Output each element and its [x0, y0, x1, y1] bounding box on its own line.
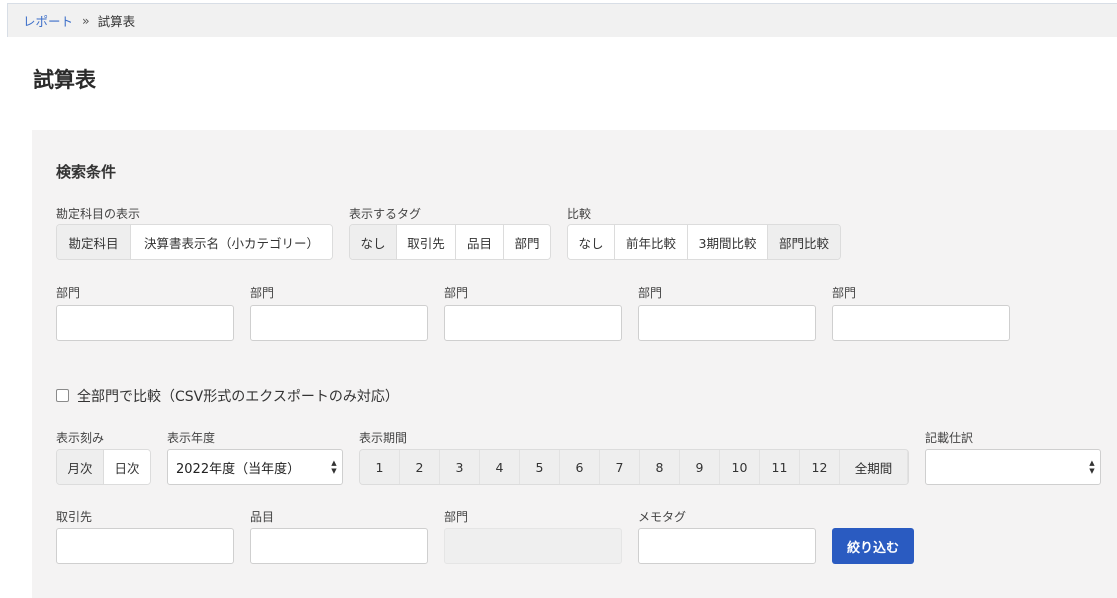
journal-label: 記載仕訳: [925, 431, 974, 445]
compare-toggle: なし 前年比較 3期間比較 部門比較: [567, 224, 841, 260]
breadcrumb-reports-link[interactable]: レポート: [23, 11, 73, 30]
period-month-4[interactable]: 4: [480, 450, 520, 484]
department-1-input[interactable]: [56, 305, 234, 341]
granularity-option-monthly[interactable]: 月次: [57, 450, 104, 484]
account-display-toggle: 勘定科目 決算書表示名（小カテゴリー）: [56, 224, 333, 260]
period-month-10[interactable]: 10: [720, 450, 760, 484]
period-month-7[interactable]: 7: [600, 450, 640, 484]
period-months-toggle: 1 2 3 4 5 6 7 8 9 10 11 12 全期間: [359, 449, 909, 485]
tag-display-option-partner[interactable]: 取引先: [397, 225, 456, 259]
section-input: [444, 528, 622, 564]
period-month-2[interactable]: 2: [400, 450, 440, 484]
department-3-label: 部門: [444, 286, 469, 300]
memo-tag-input[interactable]: [638, 528, 816, 564]
period-month-1[interactable]: 1: [360, 450, 400, 484]
compare-option-three-periods[interactable]: 3期間比較: [688, 225, 768, 259]
account-display-option-account[interactable]: 勘定科目: [57, 225, 131, 259]
fiscal-year-select[interactable]: 2022年度（当年度） ▲ ▼: [167, 449, 343, 485]
partner-input[interactable]: [56, 528, 234, 564]
department-2-input[interactable]: [250, 305, 428, 341]
granularity-label: 表示刻み: [56, 431, 105, 445]
tag-display-option-department[interactable]: 部門: [504, 225, 550, 259]
period-month-9[interactable]: 9: [680, 450, 720, 484]
granularity-toggle: 月次 日次: [56, 449, 151, 485]
fiscal-year-label: 表示年度: [167, 431, 216, 445]
account-display-option-statement-name[interactable]: 決算書表示名（小カテゴリー）: [131, 225, 332, 259]
search-panel: 検索条件 勘定科目の表示 表示するタグ 比較 勘定科目 決算書表示名（小カテゴリ…: [32, 130, 1117, 598]
breadcrumb: レポート » 試算表: [7, 3, 1117, 37]
tag-display-option-none[interactable]: なし: [350, 225, 397, 259]
department-4-input[interactable]: [638, 305, 816, 341]
memo-tag-label: メモタグ: [638, 510, 687, 524]
period-month-3[interactable]: 3: [440, 450, 480, 484]
compare-option-previous-year[interactable]: 前年比較: [615, 225, 688, 259]
select-arrows-icon: ▲ ▼: [1089, 459, 1095, 475]
period-all[interactable]: 全期間: [840, 450, 908, 484]
period-month-12[interactable]: 12: [800, 450, 840, 484]
all-departments-checkbox[interactable]: [56, 389, 69, 402]
filter-button[interactable]: 絞り込む: [832, 528, 914, 564]
select-arrows-icon: ▲ ▼: [331, 459, 337, 475]
period-month-11[interactable]: 11: [760, 450, 800, 484]
department-5-input[interactable]: [832, 305, 1010, 341]
department-5-label: 部門: [832, 286, 857, 300]
period-label: 表示期間: [359, 431, 408, 445]
period-month-5[interactable]: 5: [520, 450, 560, 484]
tag-display-option-item[interactable]: 品目: [456, 225, 504, 259]
department-1-label: 部門: [56, 286, 81, 300]
search-conditions-title: 検索条件: [56, 163, 117, 181]
account-display-label: 勘定科目の表示: [56, 207, 141, 221]
granularity-option-daily[interactable]: 日次: [104, 450, 150, 484]
item-label: 品目: [250, 510, 275, 524]
department-4-label: 部門: [638, 286, 663, 300]
section-label: 部門: [444, 510, 469, 524]
breadcrumb-current: 試算表: [97, 14, 136, 29]
period-month-6[interactable]: 6: [560, 450, 600, 484]
compare-option-none[interactable]: なし: [568, 225, 615, 259]
breadcrumb-separator: »: [82, 13, 90, 28]
department-3-input[interactable]: [444, 305, 622, 341]
fiscal-year-value: 2022年度（当年度）: [176, 461, 301, 477]
period-month-8[interactable]: 8: [640, 450, 680, 484]
page-title: 試算表: [33, 68, 96, 92]
all-departments-checkbox-label[interactable]: 全部門で比較（CSV形式のエクスポートのみ対応）: [77, 386, 399, 406]
compare-label: 比較: [567, 207, 592, 221]
compare-option-department[interactable]: 部門比較: [768, 225, 840, 259]
tag-display-toggle: なし 取引先 品目 部門: [349, 224, 551, 260]
department-2-label: 部門: [250, 286, 275, 300]
journal-select[interactable]: ▲ ▼: [925, 449, 1101, 485]
partner-label: 取引先: [56, 510, 93, 524]
item-input[interactable]: [250, 528, 428, 564]
tag-display-label: 表示するタグ: [349, 207, 422, 221]
